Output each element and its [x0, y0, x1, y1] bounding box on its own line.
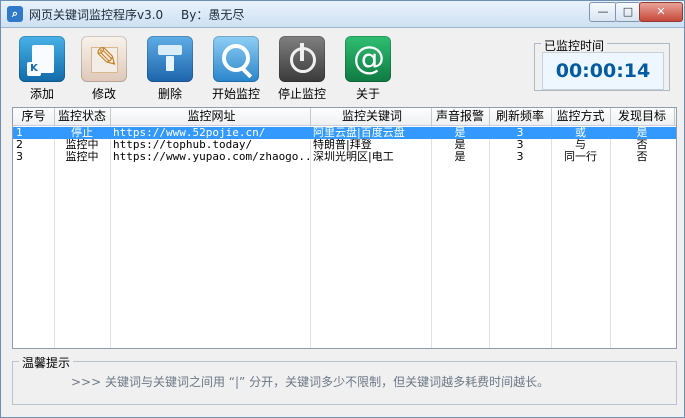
delete-button-label: 删除 [157, 87, 182, 101]
row-id: 1 [16, 127, 23, 139]
window-title: 网页关键词监控程序v3.0 [29, 8, 164, 22]
table-row[interactable]: 1 停止 https://www.52pojie.cn/ 阿里云盘|百度云盘 是… [13, 127, 676, 139]
main-window: ⌕ 网页关键词监控程序v3.0 By：愚无尽 — □ ✕ 添加 修改 删除 开始… [0, 0, 685, 418]
start-monitor-label: 开始监控 [211, 87, 260, 101]
delete-button[interactable]: 删除 [140, 36, 200, 101]
column-sound[interactable]: 声音报警 [431, 108, 490, 125]
row-keyword: 阿里云盘|百度云盘 [313, 127, 405, 139]
power-icon [279, 36, 325, 82]
close-button[interactable]: ✕ [639, 2, 683, 22]
row-status: 监控中 [65, 139, 99, 151]
row-id: 3 [16, 151, 23, 163]
column-url[interactable]: 监控网址 [110, 108, 311, 125]
author-label: By：愚无尽 [181, 8, 245, 22]
stop-monitor-button[interactable]: 停止监控 [272, 36, 332, 101]
row-sound: 是 [454, 151, 466, 163]
row-keyword: 特朗普|拜登 [313, 139, 372, 151]
row-found: 否 [636, 151, 648, 163]
stop-monitor-label: 停止监控 [277, 87, 326, 101]
add-document-icon [19, 36, 65, 82]
maximize-button[interactable]: □ [615, 2, 641, 22]
edit-pencil-icon [81, 36, 127, 82]
search-icon [213, 36, 259, 82]
about-button-label: 关于 [355, 87, 380, 101]
column-frequency[interactable]: 刷新频率 [489, 108, 552, 125]
row-mode: 或 [575, 127, 586, 139]
row-status: 监控中 [65, 151, 99, 163]
table-header: 序号 监控状态 监控网址 监控关键词 声音报警 刷新频率 监控方式 发现目标 [13, 108, 676, 126]
column-found[interactable]: 发现目标 [610, 108, 675, 125]
about-button[interactable]: 关于 [338, 36, 398, 101]
row-mode: 与 [575, 139, 586, 151]
row-status: 停止 [71, 127, 93, 139]
row-mode: 同一行 [564, 151, 597, 163]
start-monitor-button[interactable]: 开始监控 [206, 36, 266, 101]
monitor-table[interactable]: 序号 监控状态 监控网址 监控关键词 声音报警 刷新频率 监控方式 发现目标 1… [12, 107, 677, 349]
table-row[interactable]: 2 监控中 https://tophub.today/ 特朗普|拜登 是 3 与… [13, 139, 676, 151]
delete-icon [147, 36, 193, 82]
row-url: https://www.yupao.com/zhaogo... [113, 151, 310, 163]
row-url: https://www.52pojie.cn/ [113, 127, 266, 139]
title-bar[interactable]: ⌕ 网页关键词监控程序v3.0 By：愚无尽 — □ ✕ [1, 1, 684, 28]
column-id[interactable]: 序号 [13, 108, 55, 125]
table-row[interactable]: 3 监控中 https://www.yupao.com/zhaogo... 深圳… [13, 151, 676, 163]
row-keyword: 深圳光明区|电工 [313, 151, 394, 163]
row-found: 是 [636, 127, 648, 139]
add-button-label: 添加 [29, 87, 54, 101]
edit-button[interactable]: 修改 [74, 36, 134, 101]
row-frequency: 3 [516, 139, 524, 151]
edit-button-label: 修改 [91, 87, 116, 101]
minimize-button[interactable]: — [589, 2, 617, 22]
column-mode[interactable]: 监控方式 [551, 108, 611, 125]
monitor-time-value: 00:00:14 [542, 52, 664, 90]
tips-text: >>> 关键词与关键词之间用 “|” 分开，关键词多少不限制，但关键词越多耗费时… [71, 375, 550, 389]
row-url: https://tophub.today/ [113, 139, 253, 151]
column-status[interactable]: 监控状态 [54, 108, 111, 125]
row-found: 否 [636, 139, 648, 151]
at-icon [345, 36, 391, 82]
add-button[interactable]: 添加 [12, 36, 72, 101]
row-sound: 是 [454, 127, 466, 139]
row-frequency: 3 [516, 127, 524, 139]
column-keyword[interactable]: 监控关键词 [310, 108, 432, 125]
row-frequency: 3 [516, 151, 524, 163]
row-sound: 是 [454, 139, 466, 151]
tips-title: 温馨提示 [19, 354, 74, 371]
app-search-icon: ⌕ [7, 6, 23, 22]
row-id: 2 [16, 139, 23, 151]
